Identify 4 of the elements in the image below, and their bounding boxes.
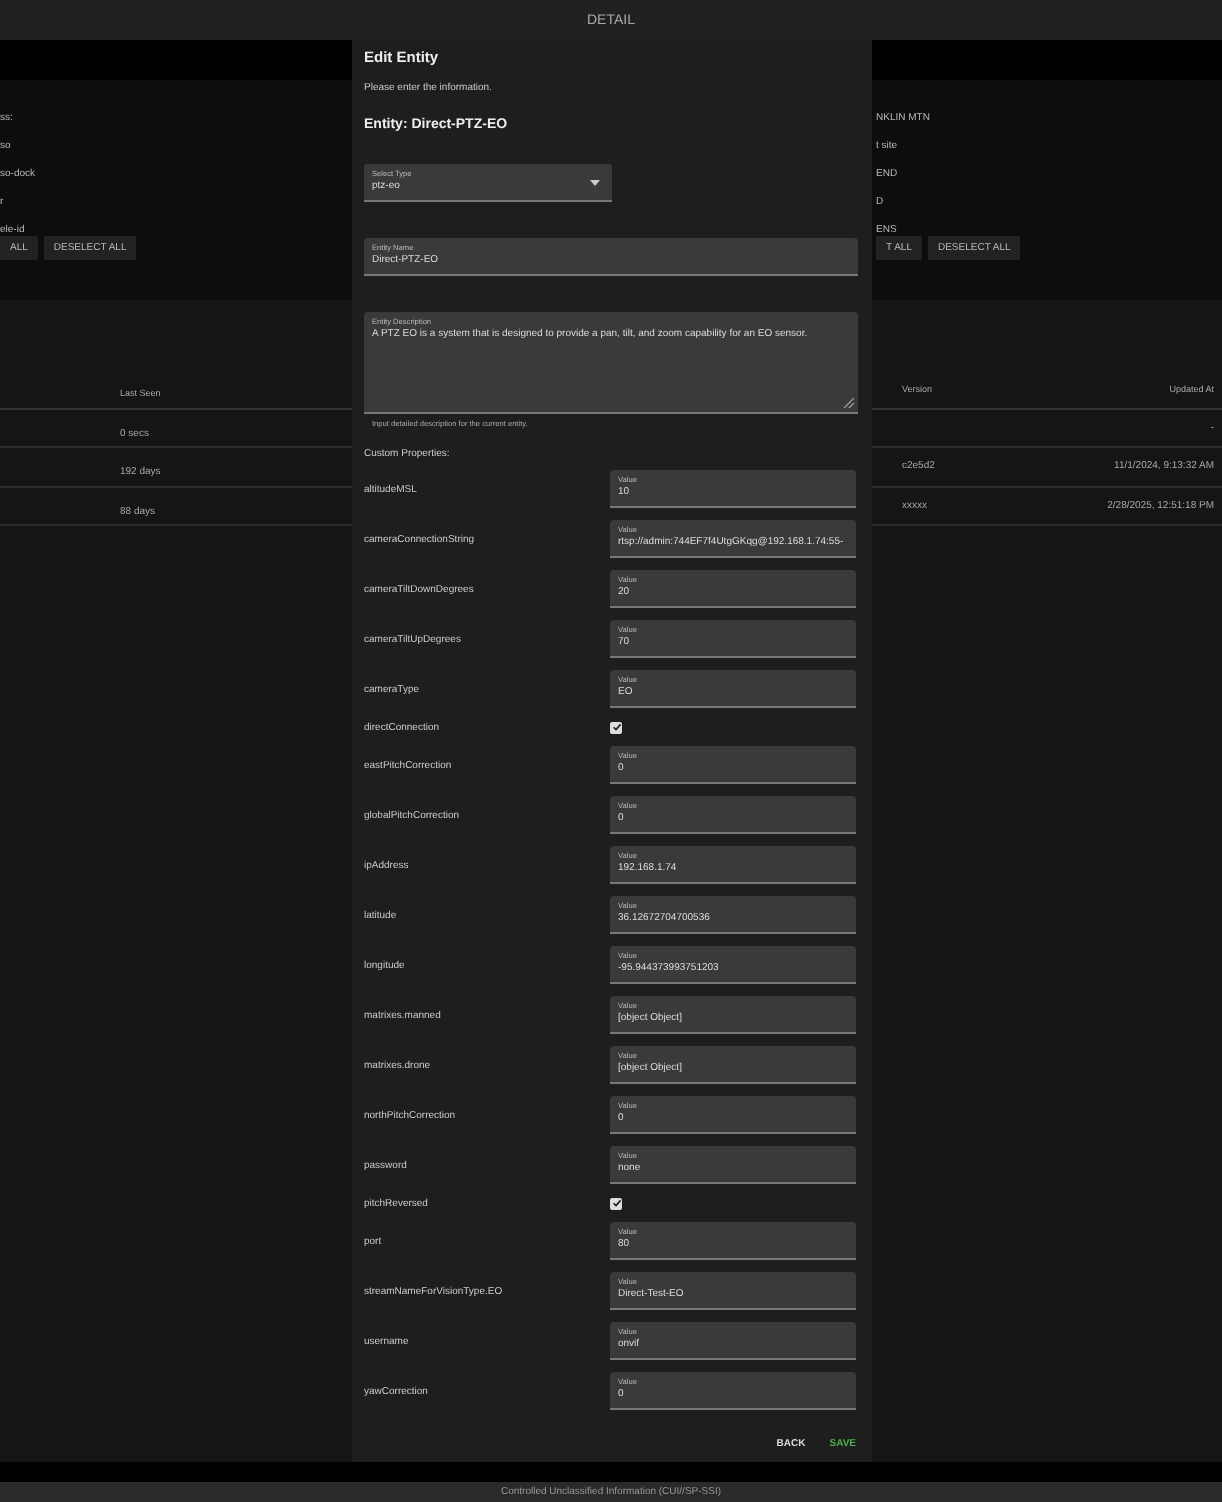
checkbox[interactable] <box>610 721 622 733</box>
checkbox[interactable] <box>610 1197 622 1209</box>
dropdown-icon <box>590 180 600 186</box>
resize-grip-icon[interactable] <box>844 398 854 408</box>
